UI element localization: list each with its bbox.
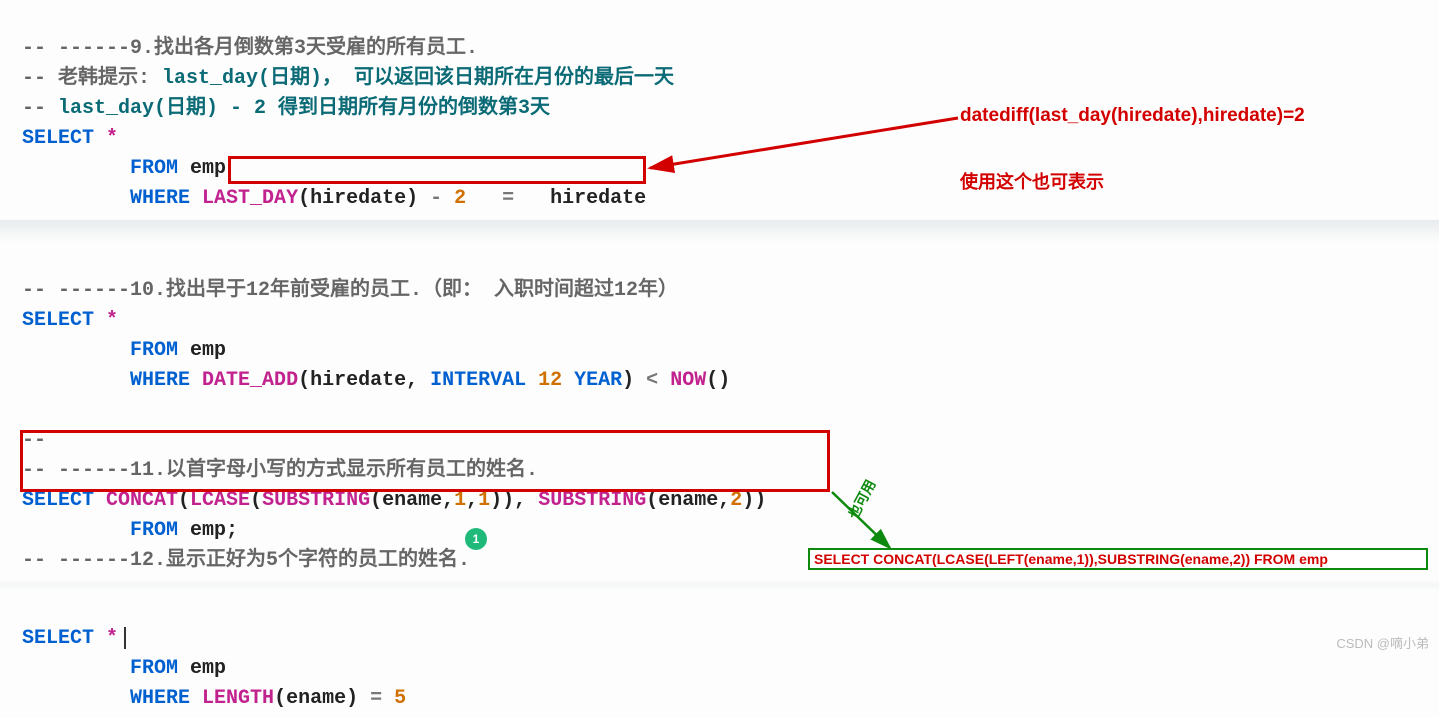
star: * [94,127,118,150]
arrow-red [640,110,970,180]
text-cursor [124,627,126,649]
gap [0,580,1439,590]
fn-now: NOW [670,369,706,392]
fn-substring-1: SUBSTRING [262,489,370,512]
kw-select-9: SELECT [22,127,94,150]
kw-select-10: SELECT [22,309,94,332]
comment-prefix: -- [22,97,58,120]
fn-length: LENGTH [190,687,274,710]
comment-line-10: -- ------10.找出早于12年前受雇的员工.（即： 入职时间超过12年） [22,279,678,302]
kw-where-12: WHERE [130,687,190,710]
kw-from-9: FROM [130,157,178,180]
comment-line-12: -- ------12.显示正好为5个字符的员工的姓名. [22,549,470,572]
comment-hint-prefix: -- 老韩提示: [22,67,162,90]
kw-select-11: SELECT [22,489,94,512]
highlight-box-lastday [228,156,646,184]
comment-hint-1: last_day(日期)， 可以返回该日期所在月份的最后一天 [162,67,674,90]
kw-where-9: WHERE [130,187,190,210]
comment-line-9: -- ------9.找出各月倒数第3天受雇的所有员工. [22,37,478,60]
comment-hint-2: last_day(日期) - 2 得到日期所有月份的倒数第3天 [58,97,550,120]
tbl-emp-9: emp [178,157,226,180]
highlight-box-concat [20,430,830,492]
fn-lcase: LCASE [190,489,250,512]
fn-concat: CONCAT [94,489,178,512]
kw-from-10: FROM [130,339,178,362]
kw-from-11: FROM [130,519,178,542]
arrow-green [828,488,908,558]
section-divider [0,220,1439,242]
fn-lastday: LAST_DAY [190,187,298,210]
watermark: CSDN @嘀小弟 [1336,633,1429,652]
code-editor-3: SELECT * FROM emp WHERE LENGTH(ename) = … [0,590,1439,718]
fn-substring-2: SUBSTRING [538,489,646,512]
code-editor-2: -- ------10.找出早于12年前受雇的员工.（即： 入职时间超过12年）… [0,242,1439,580]
kw-from-12: FROM [130,657,178,680]
fn-dateadd: DATE_ADD [190,369,298,392]
marker-dot: 1 [465,528,487,550]
kw-where-10: WHERE [130,369,190,392]
annotation-datediff: datediff(last_day(hiredate),hiredate)=2 [960,105,1305,127]
kw-select-12: SELECT [22,627,94,650]
annotation-usethis: 使用这个也可表示 [960,168,1104,194]
